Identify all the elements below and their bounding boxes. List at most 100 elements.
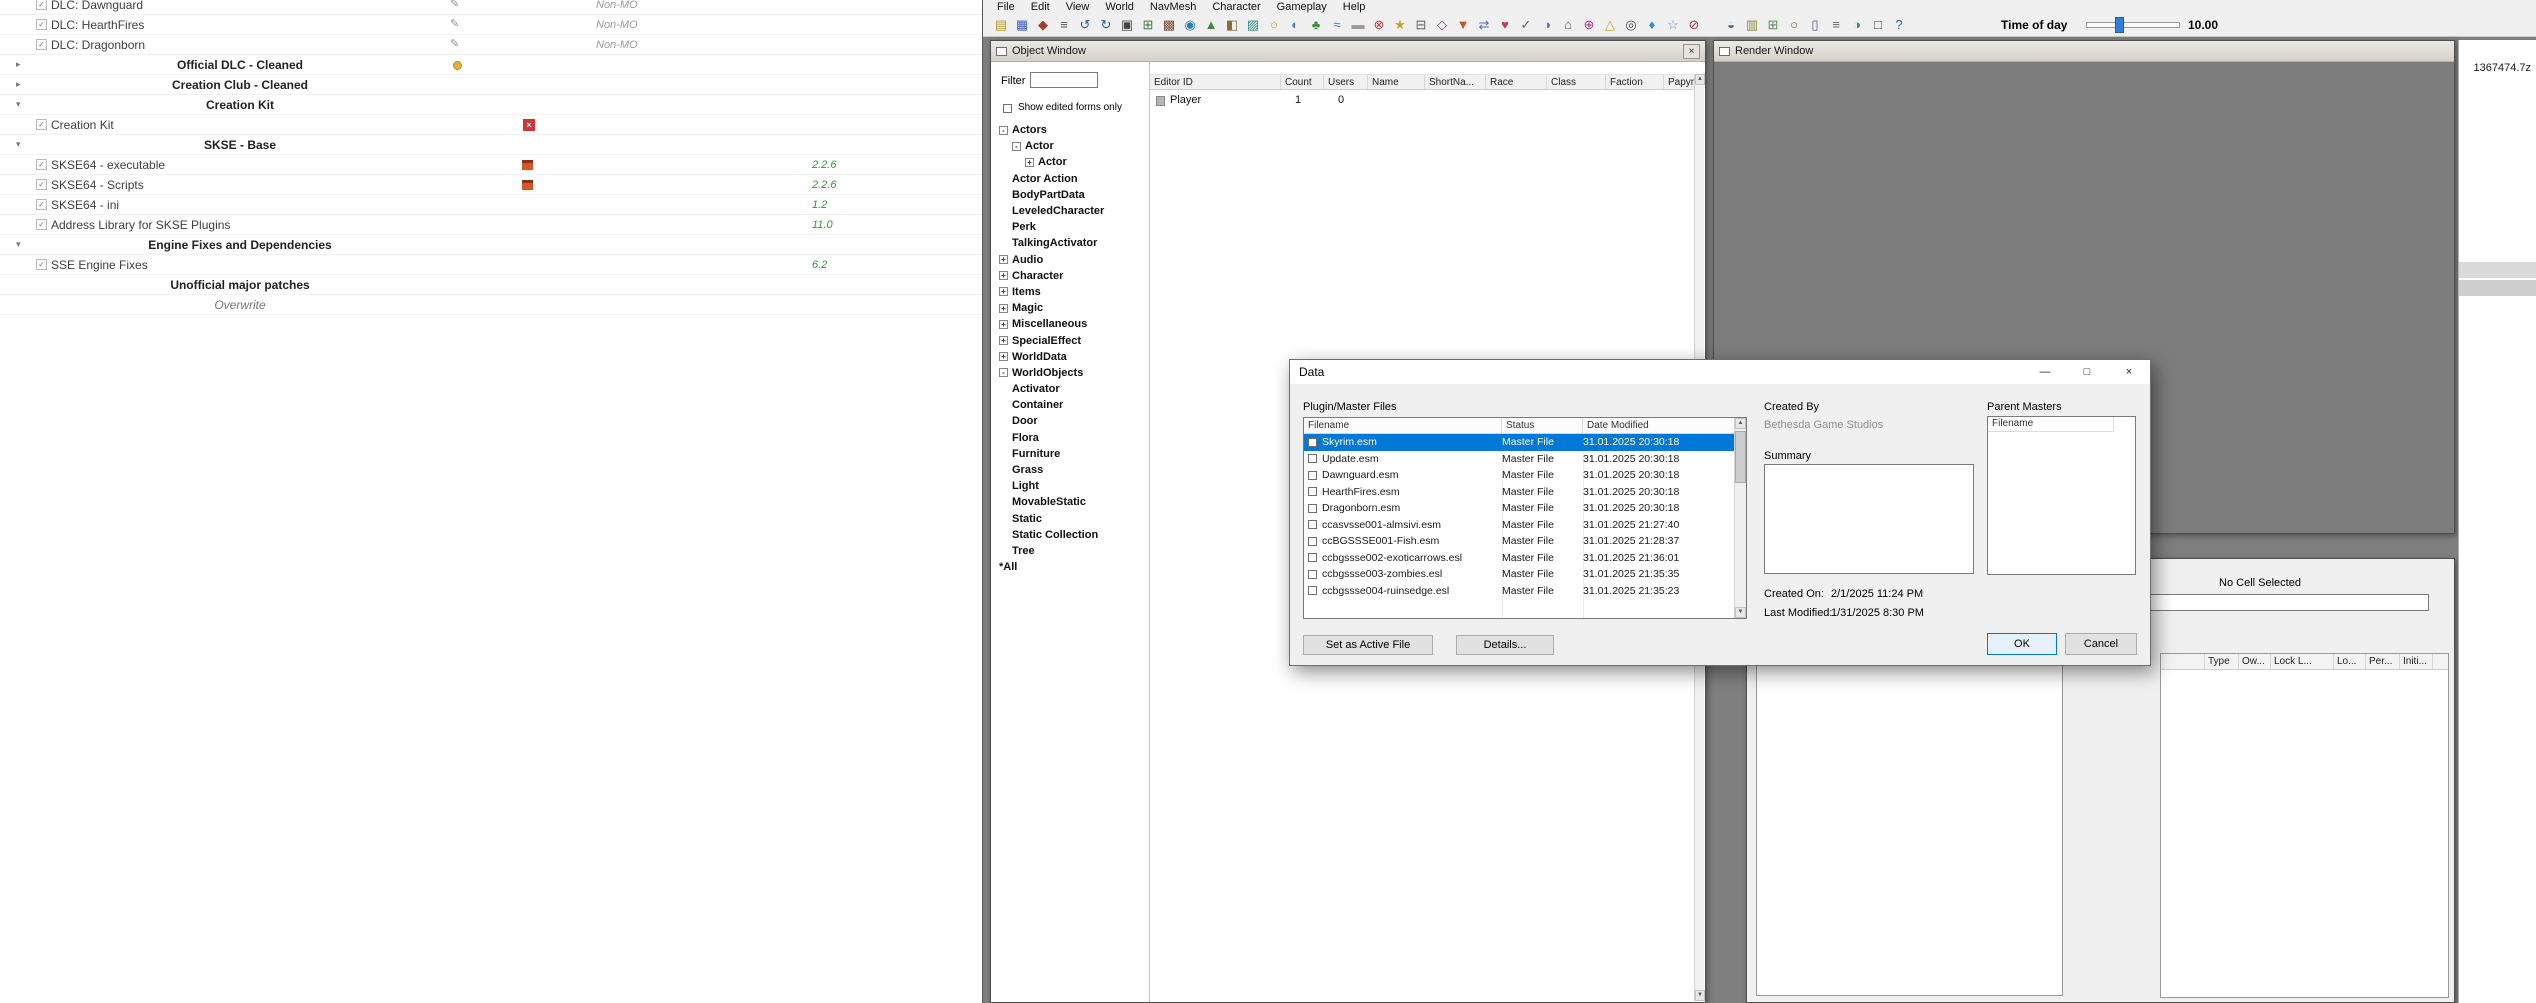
column-lock-level[interactable]: Lock L...: [2271, 654, 2334, 669]
tree-item-perk[interactable]: Perk: [993, 219, 1148, 235]
plugin-checkbox[interactable]: [1308, 454, 1317, 464]
tree-item-bodypartdata[interactable]: BodyPartData: [993, 187, 1148, 203]
tree-expander-icon[interactable]: -: [999, 368, 1008, 378]
tree-expander-icon[interactable]: +: [1025, 157, 1034, 167]
tree-item-audio[interactable]: + Audio: [993, 252, 1148, 268]
summary-textarea[interactable]: [1764, 464, 1974, 574]
tree-expander-icon[interactable]: -: [1012, 141, 1021, 151]
minimize-icon[interactable]: —: [2024, 360, 2066, 384]
toolbar-camera-bookmarks-icon[interactable]: ◎: [1622, 16, 1640, 34]
mod-separator-row[interactable]: ▸ Official DLC - Cleaned: [0, 55, 982, 75]
plugin-checkbox[interactable]: [1308, 470, 1317, 480]
menu-gameplay[interactable]: Gameplay: [1269, 0, 1335, 13]
column-owner[interactable]: Ow...: [2239, 654, 2271, 669]
tree-expander-icon[interactable]: +: [999, 287, 1008, 297]
tree-item-worlddata[interactable]: + WorldData: [993, 349, 1148, 365]
menu-character[interactable]: Character: [1204, 0, 1268, 13]
tree-item-worldobjects[interactable]: - WorldObjects: [993, 365, 1148, 381]
toolbar-warnings-icon[interactable]: △: [1601, 16, 1619, 34]
vertical-scrollbar[interactable]: ▲ ▼: [1734, 418, 1746, 618]
tree-expander-icon[interactable]: +: [999, 303, 1008, 313]
column-date-modified[interactable]: Date Modified: [1583, 418, 1734, 433]
toolbar-ai-packages-icon[interactable]: ⊞: [1764, 16, 1782, 34]
toolbar-object-palettes-icon[interactable]: ◧: [1223, 16, 1241, 34]
mod-enabled-checkbox[interactable]: ✓: [36, 199, 47, 210]
close-icon[interactable]: ×: [2108, 360, 2150, 384]
plugin-file-list[interactable]: Filename Status Date Modified Skyrim.esm…: [1303, 417, 1747, 619]
mod-separator-row[interactable]: ▾ Engine Fixes and Dependencies: [0, 235, 982, 255]
toolbar-animations-icon[interactable]: ⇄: [1475, 16, 1493, 34]
toolbar-dialogue-view-icon[interactable]: ♥: [1496, 16, 1514, 34]
toolbar-undo-icon[interactable]: ↺: [1076, 16, 1094, 34]
tree-expander-icon[interactable]: +: [999, 336, 1008, 346]
column-name[interactable]: Name: [1368, 75, 1425, 89]
scroll-up-icon[interactable]: ▲: [1695, 74, 1705, 85]
tree-item-grass[interactable]: Grass: [993, 462, 1148, 478]
toolbar-object-window-toggle-icon[interactable]: ⊞: [1139, 16, 1157, 34]
scrollbar-thumb[interactable]: [1735, 431, 1746, 483]
tree-item-items[interactable]: + Items: [993, 284, 1148, 300]
mod-enabled-checkbox[interactable]: ✓: [36, 259, 47, 270]
mod-row[interactable]: ✓ DLC: HearthFires ✎ Non-MO: [0, 15, 982, 35]
tree-item-talkingactivator[interactable]: TalkingActivator: [993, 235, 1148, 251]
toolbar-world-spaces-icon[interactable]: ◉: [1181, 16, 1199, 34]
plugin-checkbox[interactable]: [1308, 520, 1317, 530]
tree-item-leveledcharacter[interactable]: LeveledCharacter: [993, 203, 1148, 219]
toolbar-water-toggle-icon[interactable]: ≈: [1328, 16, 1346, 34]
overwrite-row[interactable]: Overwrite: [0, 295, 982, 315]
mod-row[interactable]: ✓ Creation Kit ×: [0, 115, 982, 135]
tree-item-activator[interactable]: Activator: [993, 381, 1148, 397]
object-row-player[interactable]: Player 1 0: [1150, 93, 1694, 109]
plugin-checkbox[interactable]: [1308, 553, 1317, 563]
tree-expander-icon[interactable]: +: [999, 352, 1008, 362]
tree-item-actors[interactable]: - Actors: [993, 122, 1148, 138]
tree-item-magic[interactable]: + Magic: [993, 300, 1148, 316]
column-persistent[interactable]: Per...: [2366, 654, 2400, 669]
toolbar-help-icon[interactable]: ?: [1890, 16, 1908, 34]
mod-separator-row[interactable]: ▾ SKSE - Base: [0, 135, 982, 155]
toolbar-sound-view-icon[interactable]: ♦: [1643, 16, 1661, 34]
mod-separator-row[interactable]: ▾ Creation Kit: [0, 95, 982, 115]
tree-item-actor[interactable]: + Actor: [993, 154, 1148, 170]
toolbar-run-havok-sim-icon[interactable]: ▼: [1454, 16, 1472, 34]
toolbar-sky-toggle-icon[interactable]: ◐: [1286, 16, 1304, 34]
plugin-file-row[interactable]: ccBGSSSE001-Fish.esm Master File 31.01.202…: [1304, 533, 1734, 550]
toolbar-race-editor-icon[interactable]: ○: [1785, 16, 1803, 34]
mod-enabled-checkbox[interactable]: ✓: [36, 179, 47, 190]
filter-input[interactable]: [1030, 72, 1098, 88]
tree-item-furniture[interactable]: Furniture: [993, 446, 1148, 462]
menu-world[interactable]: World: [1097, 0, 1142, 13]
toolbar-recent-cells-icon[interactable]: ◑: [1848, 16, 1866, 34]
plugin-checkbox[interactable]: [1308, 586, 1317, 596]
toolbar-collision-geometry-icon[interactable]: ⊗: [1370, 16, 1388, 34]
toolbar-furniture-markers-icon[interactable]: ▯: [1806, 16, 1824, 34]
close-icon[interactable]: ×: [1683, 43, 1700, 59]
column-location[interactable]: Lo...: [2334, 654, 2366, 669]
time-of-day-slider[interactable]: [2086, 22, 2180, 28]
toolbar-snap-to-angle-icon[interactable]: ◇: [1433, 16, 1451, 34]
scroll-down-icon[interactable]: ▼: [1735, 607, 1746, 618]
tree-expander-icon[interactable]: +: [999, 319, 1008, 329]
toolbar-redo-icon[interactable]: ↻: [1097, 16, 1115, 34]
mod-row[interactable]: ✓ DLC: Dragonborn ✎ Non-MO: [0, 35, 982, 55]
toolbar-cell-view-toggle-icon[interactable]: ▩: [1160, 16, 1178, 34]
plugin-checkbox[interactable]: [1308, 503, 1317, 513]
toolbar-landscape-edit-icon[interactable]: ▲: [1202, 16, 1220, 34]
toolbar-papyrus-scripts-icon[interactable]: ✓: [1517, 16, 1535, 34]
mod-enabled-checkbox[interactable]: ✓: [36, 0, 47, 10]
tree-expander-icon[interactable]: +: [999, 255, 1008, 265]
mod-row[interactable]: ✓ SKSE64 - executable 2.2.6: [0, 155, 982, 175]
scroll-down-icon[interactable]: ▼: [1695, 990, 1705, 1001]
parent-filename-header[interactable]: Filename: [1988, 417, 2114, 432]
render-window-titlebar[interactable]: Render Window: [1714, 41, 2454, 62]
tree-item--all[interactable]: *All: [993, 559, 1148, 575]
plugin-file-row[interactable]: ccbgssse003-zombies.esl Master File 31.01.…: [1304, 566, 1734, 583]
toolbar-navmesh-mode-icon[interactable]: ▨: [1244, 16, 1262, 34]
toolbar-fog-toggle-icon[interactable]: ▬: [1349, 16, 1367, 34]
tree-item-specialeffect[interactable]: + SpecialEffect: [993, 332, 1148, 348]
tree-item-tree[interactable]: Tree: [993, 543, 1148, 559]
toolbar-actor-dialogue-icon[interactable]: ◒: [1722, 16, 1740, 34]
toolbar-localization-icon[interactable]: ⊕: [1580, 16, 1598, 34]
column-faction[interactable]: Faction: [1606, 75, 1664, 89]
parent-masters-list[interactable]: Filename: [1987, 416, 2136, 575]
